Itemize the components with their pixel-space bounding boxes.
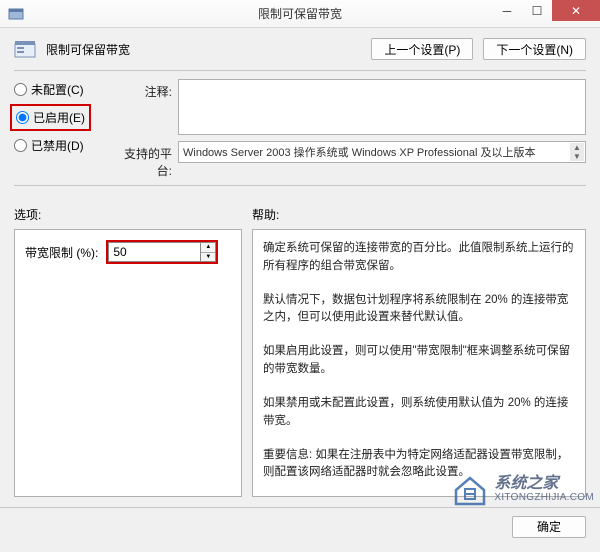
close-button[interactable]: ✕: [552, 0, 600, 21]
radio-enabled-input[interactable]: [16, 111, 29, 124]
maximize-button[interactable]: ☐: [522, 0, 552, 21]
titlebar: 限制可保留带宽 ─ ☐ ✕: [0, 0, 600, 28]
comment-label: 注释:: [114, 79, 172, 100]
radio-enabled[interactable]: 已启用(E): [14, 108, 87, 127]
policy-title: 限制可保留带宽: [46, 41, 130, 58]
platform-text: Windows Server 2003 操作系统或 Windows XP Pro…: [183, 144, 536, 160]
prev-setting-button[interactable]: 上一个设置(P): [371, 38, 473, 60]
radio-not-configured-input[interactable]: [14, 83, 27, 96]
help-paragraph: 如果禁用或未配置此设置，则系统使用默认值为 20% 的连接带宽。: [263, 395, 575, 431]
radio-disabled-label: 已禁用(D): [31, 137, 84, 154]
platform-box: Windows Server 2003 操作系统或 Windows XP Pro…: [178, 141, 586, 163]
radio-enabled-label: 已启用(E): [33, 109, 85, 126]
divider-2: [14, 185, 586, 186]
watermark: 系统之家 XITONGZHIJIA.COM: [452, 472, 594, 506]
help-panel: 确定系统可保留的连接带宽的百分比。此值限制系统上运行的所有程序的组合带宽保留。 …: [252, 229, 586, 497]
bandwidth-spinner[interactable]: ▲ ▼: [200, 242, 216, 262]
watermark-logo-icon: [452, 472, 488, 506]
radio-disabled-input[interactable]: [14, 139, 27, 152]
platform-scrollbar[interactable]: ▲ ▼: [570, 143, 584, 161]
bandwidth-limit-input[interactable]: [108, 242, 200, 262]
scroll-down-icon[interactable]: ▼: [570, 152, 584, 161]
window-title: 限制可保留带宽: [258, 5, 342, 22]
minimize-button[interactable]: ─: [492, 0, 522, 21]
radio-not-configured-label: 未配置(C): [31, 81, 84, 98]
scroll-up-icon[interactable]: ▲: [570, 143, 584, 152]
options-section-label: 选项:: [14, 206, 252, 223]
options-panel: 带宽限制 (%): ▲ ▼: [14, 229, 242, 497]
help-paragraph: 如果启用此设置，则可以使用"带宽限制"框来调整系统可保留的带宽数量。: [263, 343, 575, 379]
ok-button[interactable]: 确定: [512, 516, 586, 538]
policy-icon: [14, 40, 36, 58]
help-paragraph: 默认情况下，数据包计划程序将系统限制在 20% 的连接带宽之内，但可以使用此设置…: [263, 292, 575, 328]
bandwidth-input-highlight: ▲ ▼: [106, 240, 218, 264]
radio-disabled[interactable]: 已禁用(D): [14, 137, 114, 154]
watermark-url: XITONGZHIJIA.COM: [494, 492, 594, 503]
spinner-down-icon[interactable]: ▼: [201, 253, 215, 262]
help-paragraph: 确定系统可保留的连接带宽的百分比。此值限制系统上运行的所有程序的组合带宽保留。: [263, 240, 575, 276]
next-setting-button[interactable]: 下一个设置(N): [483, 38, 586, 60]
help-section-label: 帮助:: [252, 206, 279, 223]
platform-label: 支持的平台:: [114, 141, 172, 179]
dialog-footer: 确定: [0, 507, 600, 545]
radio-not-configured[interactable]: 未配置(C): [14, 81, 114, 98]
header-row: 限制可保留带宽 上一个设置(P) 下一个设置(N): [14, 38, 586, 60]
bandwidth-limit-label: 带宽限制 (%):: [25, 244, 98, 261]
spinner-up-icon[interactable]: ▲: [201, 243, 215, 253]
state-radio-group: 未配置(C) 已启用(E) 已禁用(D): [14, 79, 114, 179]
divider: [14, 70, 586, 71]
comment-input[interactable]: [178, 79, 586, 135]
window-controls: ─ ☐ ✕: [492, 0, 600, 21]
watermark-name: 系统之家: [494, 475, 594, 493]
app-icon: [8, 6, 24, 22]
